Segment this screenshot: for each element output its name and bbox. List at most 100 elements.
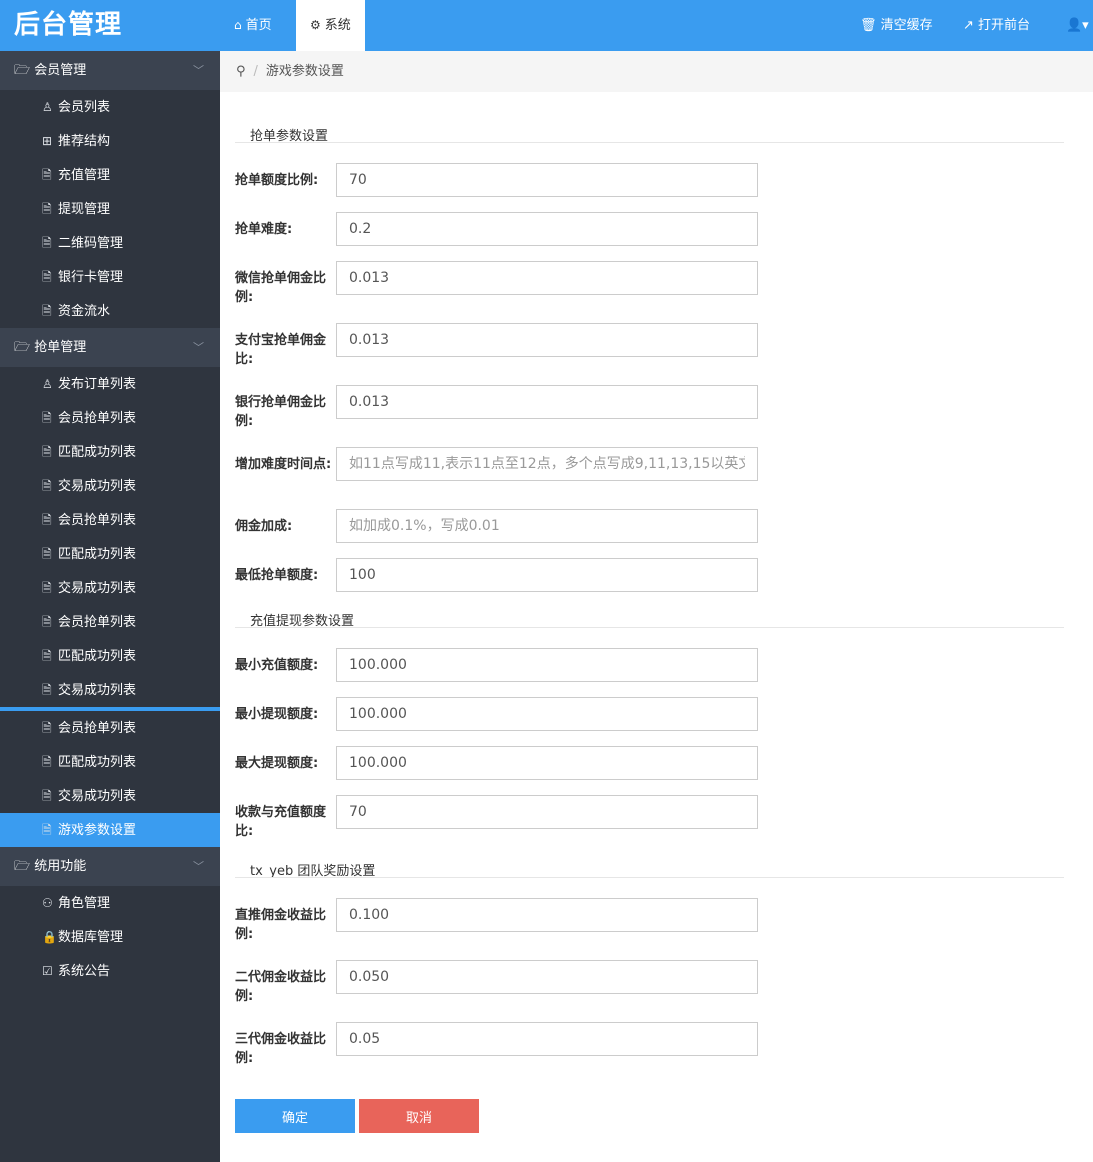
field-input[interactable]: [336, 323, 758, 357]
file-icon: 🗎: [42, 721, 52, 735]
sidebar-item[interactable]: 🗎 交易成功列表: [0, 469, 220, 503]
sidebar-item-label: 交易成功列表: [58, 789, 137, 804]
user-menu[interactable]: 👤▾: [1066, 0, 1089, 51]
sidebar-item[interactable]: 🗎 二维码管理: [0, 226, 220, 260]
field-input[interactable]: [336, 795, 758, 829]
field-label: 三代佣金收益比例:: [235, 1032, 327, 1066]
file-icon: 🗎: [42, 581, 52, 595]
sidebar-item[interactable]: 🗎 交易成功列表: [0, 673, 220, 707]
external-link-icon: ↗: [963, 18, 974, 33]
sidebar-item[interactable]: 🗎 匹配成功列表: [0, 639, 220, 673]
sidebar-item[interactable]: ☑ 系统公告: [0, 954, 220, 988]
sidebar-item[interactable]: ♙ 会员列表: [0, 90, 220, 124]
file-icon: 🗎: [42, 615, 52, 629]
field-input[interactable]: [336, 509, 758, 543]
sidebar-item[interactable]: 🗎 银行卡管理: [0, 260, 220, 294]
field-input[interactable]: [336, 1022, 758, 1056]
open-front-label: 打开前台: [978, 18, 1031, 33]
sidebar-item-label: 游戏参数设置: [58, 823, 137, 838]
breadcrumb-separator: /: [253, 64, 258, 79]
section-divider: [235, 877, 1064, 878]
folder-open-icon: 🗁: [14, 63, 35, 78]
sidebar-item-label: 匹配成功列表: [58, 445, 137, 460]
field-input[interactable]: [336, 697, 758, 731]
sidebar-item[interactable]: 🗎 交易成功列表: [0, 779, 220, 813]
sidebar-item[interactable]: 🗎 游戏参数设置: [0, 813, 220, 847]
field-input[interactable]: [336, 746, 758, 780]
sidebar-item[interactable]: ⊞ 推荐结构: [0, 124, 220, 158]
field-input[interactable]: [336, 447, 758, 481]
sidebar-item[interactable]: 🗎 充值管理: [0, 158, 220, 192]
field-label: 最大提现额度:: [235, 756, 319, 771]
sidebar-item[interactable]: 🗎 提现管理: [0, 192, 220, 226]
field-input[interactable]: [336, 648, 758, 682]
tab-home[interactable]: ⌂ 首页: [220, 0, 286, 51]
file-icon: 🗎: [42, 411, 52, 425]
field-input[interactable]: [336, 898, 758, 932]
file-icon: 🗎: [42, 823, 52, 837]
sidebar-item[interactable]: ♙ 发布订单列表: [0, 367, 220, 401]
sidebar-item-label: 提现管理: [58, 202, 111, 217]
sidebar-group[interactable]: 🗁 统用功能 ﹀: [0, 847, 220, 886]
trash-icon: 🗑: [860, 18, 877, 33]
sidebar: 🗁 会员管理 ﹀ ♙ 会员列表 ⊞ 推荐结构 🗎 充值管理 🗎 提现管理 🗎 二维码管理 🗎 银行卡管理 🗎…: [0, 51, 220, 1162]
field-label: 抢单难度:: [235, 222, 293, 237]
grid-icon: ⊞: [42, 134, 53, 148]
chevron-down-icon: ﹀: [193, 64, 204, 77]
breadcrumb-current: 游戏参数设置: [265, 64, 344, 79]
clear-cache-button[interactable]: 🗑 清空缓存: [860, 0, 933, 51]
folder-open-icon: 🗁: [14, 340, 35, 355]
sidebar-group[interactable]: 🗁 抢单管理 ﹀: [0, 328, 220, 367]
sidebar-group[interactable]: 🗁 会员管理 ﹀: [0, 51, 220, 90]
lock-icon: 🔒: [42, 930, 57, 944]
sidebar-item[interactable]: 🗎 会员抢单列表: [0, 503, 220, 537]
field-input[interactable]: [336, 558, 758, 592]
field-label: 佣金加成:: [235, 519, 293, 534]
breadcrumb: ⚲ / 游戏参数设置: [220, 51, 1093, 92]
sidebar-item[interactable]: 🗎 资金流水: [0, 294, 220, 328]
sidebar-group-label: 会员管理: [34, 63, 87, 78]
field-input[interactable]: [336, 212, 758, 246]
sidebar-item[interactable]: ⚇ 角色管理: [0, 886, 220, 920]
sidebar-item-label: 会员抢单列表: [58, 615, 137, 630]
file-icon: 🗎: [42, 270, 52, 284]
field-input[interactable]: [336, 163, 758, 197]
cancel-button[interactable]: 取消: [359, 1099, 479, 1133]
field-input[interactable]: [336, 385, 758, 419]
open-front-button[interactable]: ↗ 打开前台: [963, 0, 1030, 51]
field-label: 收款与充值额度比:: [235, 805, 327, 839]
file-icon: 🗎: [42, 755, 52, 769]
file-icon: 🗎: [42, 649, 52, 663]
sidebar-item[interactable]: 🗎 交易成功列表: [0, 571, 220, 605]
field-input[interactable]: [336, 960, 758, 994]
sidebar-item[interactable]: 🔒数据库管理: [0, 920, 220, 954]
sidebar-item-label: 数据库管理: [58, 930, 124, 945]
tab-home-label: 首页: [245, 18, 272, 33]
sidebar-item[interactable]: 🗎 匹配成功列表: [0, 435, 220, 469]
file-icon: 🗎: [42, 236, 52, 250]
file-icon: 🗎: [42, 202, 52, 216]
file-icon: 🗎: [42, 304, 52, 318]
field-label: 直推佣金收益比例:: [235, 908, 327, 942]
top-header: 后台管理 ⌂ 首页 ⚙ 系统 🗑 清空缓存 ↗ 打开前台 👤▾: [0, 0, 1093, 51]
section-divider: [235, 627, 1064, 628]
sidebar-item-label: 系统公告: [58, 964, 111, 979]
sidebar-item-label: 二维码管理: [58, 236, 124, 251]
sidebar-item-label: 发布订单列表: [58, 377, 137, 392]
sidebar-item[interactable]: 🗎 会员抢单列表: [0, 401, 220, 435]
file-icon: 🗎: [42, 683, 52, 697]
field-input[interactable]: [336, 261, 758, 295]
tab-system[interactable]: ⚙ 系统: [296, 0, 365, 51]
confirm-button[interactable]: 确定: [235, 1099, 355, 1133]
sidebar-item[interactable]: 🗎 会员抢单列表: [0, 711, 220, 745]
sidebar-item[interactable]: 🗎 匹配成功列表: [0, 537, 220, 571]
file-icon: 🗎: [42, 479, 52, 493]
field-label: 最低抢单额度:: [235, 568, 319, 583]
sidebar-item[interactable]: 🗎 会员抢单列表: [0, 605, 220, 639]
lock-user-icon: ♙: [42, 100, 53, 114]
field-label: 最小提现额度:: [235, 707, 319, 722]
sidebar-item[interactable]: 🗎 匹配成功列表: [0, 745, 220, 779]
section-divider: [235, 142, 1064, 143]
sidebar-item-label: 会员抢单列表: [58, 721, 137, 736]
sidebar-item-label: 银行卡管理: [58, 270, 124, 285]
